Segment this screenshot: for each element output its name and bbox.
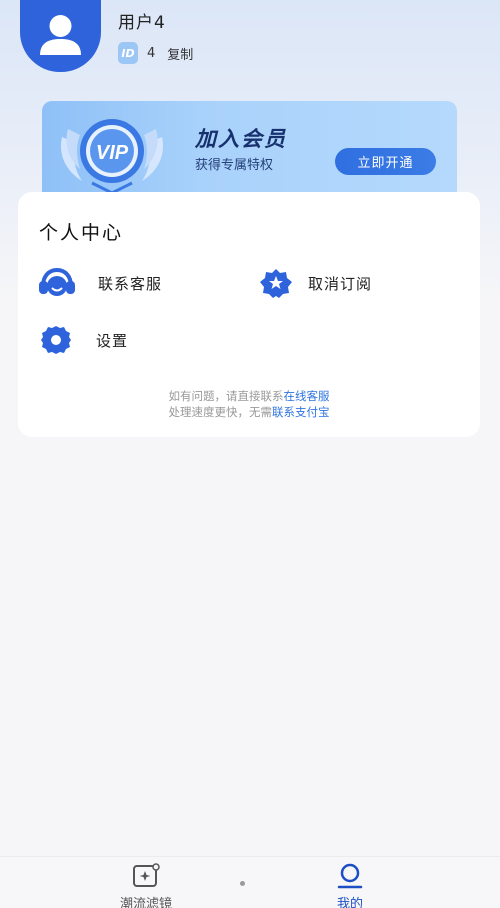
notice-text-2: 处理速度更快，无需 (168, 405, 273, 419)
contact-alipay-link[interactable]: 联系支付宝 (272, 405, 330, 419)
home-indicator-dot (240, 881, 245, 886)
vip-title: 加入会员 (195, 127, 287, 151)
gear-icon (41, 326, 71, 354)
vip-emblem-icon: VIP (60, 119, 164, 195)
settings-label: 设置 (96, 331, 129, 350)
cancel-subscription-label: 取消订阅 (308, 274, 373, 293)
id-badge: ID (118, 42, 138, 64)
tab-mine[interactable]: 我的 (300, 863, 400, 908)
tab-trend-filter-label: 潮流滤镜 (119, 897, 172, 908)
vip-banner[interactable]: VIP 加入会员 获得专属特权 立即开通 (42, 101, 457, 201)
tab-trend-filter[interactable]: 潮流滤镜 (96, 863, 196, 908)
personal-center-card: 个人中心 联系客服 取消订阅 设置 如有问题，请直接联系在线客服 处理速度更快，… (18, 192, 480, 437)
notice-line-2: 处理速度更快，无需联系支付宝 (18, 404, 480, 420)
copy-id-button[interactable]: 复制 (167, 44, 193, 63)
vip-subtitle: 获得专属特权 (195, 158, 274, 173)
star-badge-icon (260, 269, 292, 298)
user-avatar-icon (40, 15, 81, 55)
bottom-tab-bar: 潮流滤镜 我的 (0, 856, 500, 908)
vip-emblem-label: VIP (96, 142, 129, 164)
personal-center-title: 个人中心 (39, 222, 124, 244)
notice-text-1: 如有问题，请直接联系 (168, 389, 284, 403)
activate-vip-button[interactable]: 立即开通 (335, 148, 436, 175)
help-notice: 如有问题，请直接联系在线客服 处理速度更快，无需联系支付宝 (18, 388, 480, 420)
notice-line-1: 如有问题，请直接联系在线客服 (18, 388, 480, 404)
user-icon (337, 863, 363, 889)
username: 用户4 (118, 13, 166, 33)
user-id-row: ID 4 复制 (118, 42, 193, 64)
headset-icon (39, 268, 75, 296)
avatar[interactable] (20, 0, 101, 72)
user-id-value: 4 (147, 45, 156, 61)
cancel-subscription-item[interactable]: 取消订阅 (259, 268, 372, 298)
online-service-link[interactable]: 在线客服 (284, 389, 330, 403)
contact-service-item[interactable]: 联系客服 (38, 268, 162, 298)
settings-item[interactable]: 设置 (40, 325, 128, 355)
contact-service-label: 联系客服 (98, 274, 163, 293)
tab-mine-label: 我的 (336, 897, 363, 908)
photo-sparkle-icon (133, 863, 160, 887)
